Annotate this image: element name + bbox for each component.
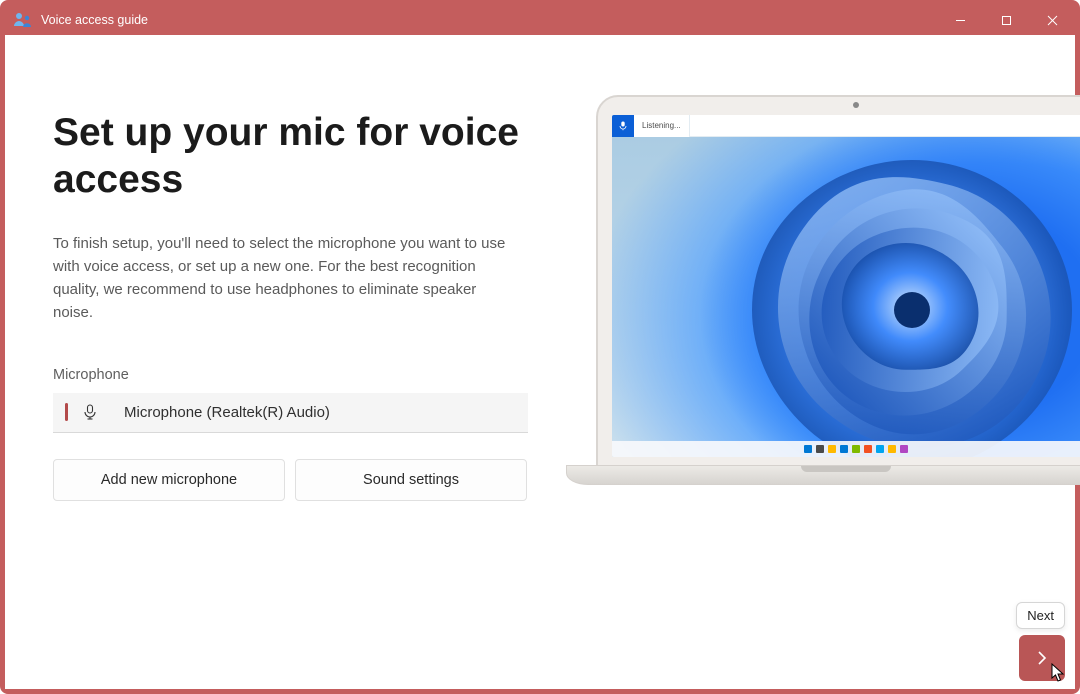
minimize-button[interactable]: [937, 5, 983, 35]
sound-settings-label: Sound settings: [363, 472, 459, 488]
selected-microphone-name: Microphone (Realtek(R) Audio): [124, 404, 330, 421]
voice-bar-mic-icon: [612, 115, 634, 137]
chevron-right-icon: [1034, 650, 1050, 666]
microphone-icon: [82, 404, 98, 420]
taskbar-icon: [876, 445, 884, 453]
laptop-illustration: Listening...: [566, 95, 1080, 505]
taskbar: [612, 441, 1080, 457]
taskbar-icon: [888, 445, 896, 453]
titlebar: Voice access guide: [5, 5, 1075, 35]
voice-bar-status: Listening...: [634, 115, 690, 137]
next-area: Next: [1016, 602, 1065, 681]
microphone-select[interactable]: Microphone (Realtek(R) Audio): [53, 393, 528, 433]
add-new-microphone-button[interactable]: Add new microphone: [53, 459, 285, 501]
laptop-notch: [801, 466, 891, 472]
camera-icon: [853, 102, 859, 108]
left-pane: Set up your mic for voice access To fini…: [5, 35, 576, 689]
sound-settings-button[interactable]: Sound settings: [295, 459, 527, 501]
page-description: To finish setup, you'll need to select t…: [53, 232, 513, 325]
button-row: Add new microphone Sound settings: [53, 459, 528, 501]
taskbar-icon: [840, 445, 848, 453]
window-frame: Voice access guide Set up your mic for v…: [0, 0, 1080, 694]
taskbar-icon: [828, 445, 836, 453]
taskbar-icon: [900, 445, 908, 453]
voice-access-bar: Listening...: [612, 115, 1080, 137]
taskbar-icon: [804, 445, 812, 453]
page-heading: Set up your mic for voice access: [53, 110, 528, 204]
cursor-icon: [1051, 663, 1067, 683]
app-icon: [13, 10, 33, 30]
next-tooltip: Next: [1016, 602, 1065, 629]
wallpaper: [612, 115, 1080, 457]
window-title: Voice access guide: [41, 13, 148, 27]
next-button[interactable]: [1019, 635, 1065, 681]
taskbar-icon: [852, 445, 860, 453]
laptop-screen: Listening...: [612, 115, 1080, 457]
content-area: Set up your mic for voice access To fini…: [5, 35, 1075, 689]
close-button[interactable]: [1029, 5, 1075, 35]
add-new-microphone-label: Add new microphone: [101, 472, 237, 488]
taskbar-icon: [816, 445, 824, 453]
microphone-field-label: Microphone: [53, 367, 528, 383]
illustration-pane: Listening...: [576, 35, 1075, 689]
laptop-base: [566, 465, 1080, 485]
taskbar-icon: [864, 445, 872, 453]
maximize-button[interactable]: [983, 5, 1029, 35]
laptop-lid: Listening...: [596, 95, 1080, 473]
selection-accent: [65, 403, 68, 421]
